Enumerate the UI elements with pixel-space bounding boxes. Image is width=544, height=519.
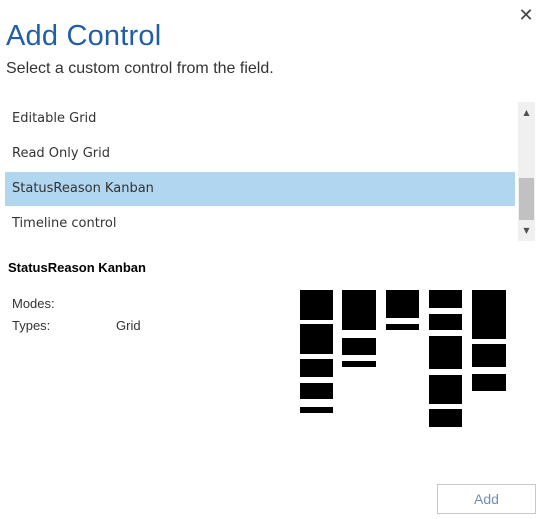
dialog-subtitle: Select a custom control from the field. [6,60,274,77]
kanban-board-icon [296,288,510,430]
list-item-read-only-grid[interactable]: Read Only Grid [5,137,515,171]
list-item-timeline-control[interactable]: Timeline control [5,207,515,241]
list-item-statusreason-kanban[interactable]: StatusReason Kanban [5,172,515,206]
modes-label: Modes: [12,296,55,311]
close-icon[interactable]: ✕ [516,6,536,26]
controls-list-items: Editable Grid Read Only Grid StatusReaso… [5,102,515,241]
add-button[interactable]: Add [437,484,536,514]
types-label: Types: [12,318,51,333]
selected-control-name: StatusReason Kanban [8,260,146,275]
scroll-down-arrow-icon[interactable]: ▼ [518,222,535,239]
scroll-up-arrow-icon[interactable]: ▲ [518,104,535,121]
list-scrollbar[interactable]: ▲ ▼ [518,102,535,241]
list-item-editable-grid[interactable]: Editable Grid [5,102,515,136]
controls-listbox[interactable]: Editable Grid Read Only Grid StatusReaso… [5,102,535,241]
dialog-title: Add Control [6,20,162,52]
types-value: Grid [116,318,141,333]
scroll-thumb[interactable] [519,178,534,220]
